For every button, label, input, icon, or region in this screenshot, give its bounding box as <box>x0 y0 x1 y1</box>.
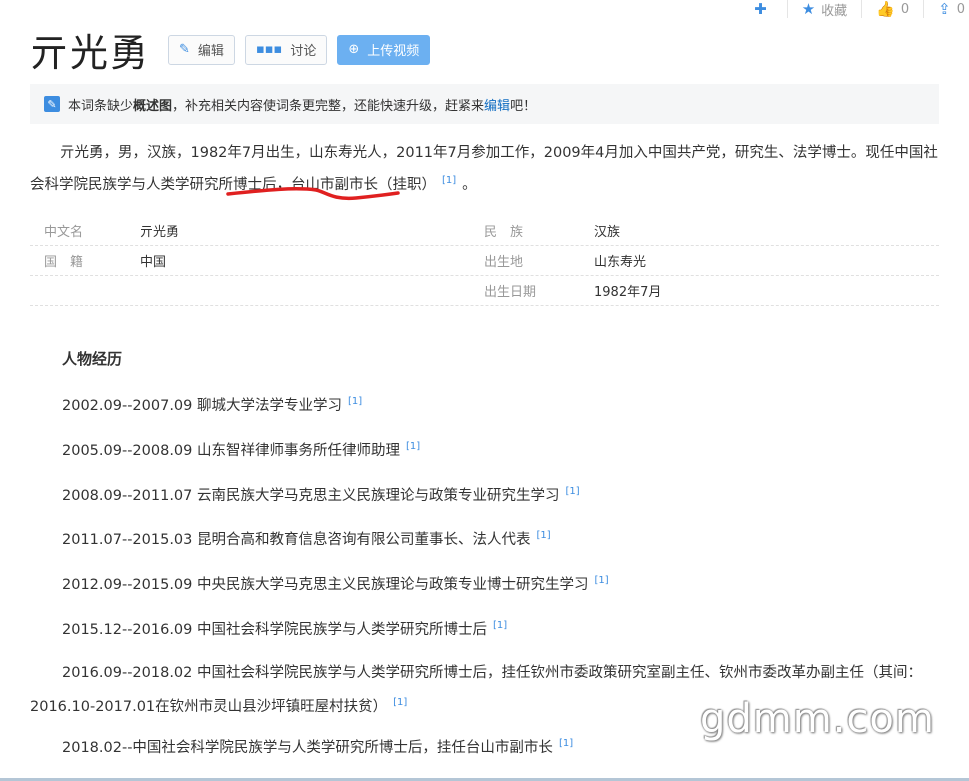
info-name: 出生日期 <box>484 285 537 300</box>
info-value: 汉族 <box>594 225 621 240</box>
experience-item: 2011.07--2015.03 昆明合高和教育信息咨询有限公司董事长、法人代表… <box>62 528 557 549</box>
like-button[interactable]: 👍 0 <box>861 0 923 18</box>
citation-link[interactable]: [1] <box>442 175 456 186</box>
edit-label: 编辑 <box>197 44 224 59</box>
notice-edit-link[interactable]: 编辑 <box>484 95 510 114</box>
upload-video-button[interactable]: ⊕ 上传视频 <box>337 34 431 65</box>
edit-button[interactable]: ✎ 编辑 <box>168 34 235 65</box>
basic-info-row: 出生日期 1982年7月 <box>30 276 939 306</box>
experience-item: 2018.02--中国社会科学院民族学与人类学研究所博士后，挂任台山市副市长 [1… <box>62 736 579 757</box>
notice-suffix: 吧！ <box>510 98 537 114</box>
summary-text: 亓光勇，男，汉族，1982年7月出生，山东寿光人，2011年7月参加工作，200… <box>30 145 938 193</box>
section-title: 人物经历 <box>62 350 123 368</box>
notice-prefix: 本词条缺少 <box>68 98 134 114</box>
pencil-icon: ✎ <box>44 96 60 112</box>
citation-link[interactable]: [1] <box>406 441 420 452</box>
title-bar: 亓光勇 ✎ 编辑 ▪▪▪ 讨论 ⊕ 上传视频 <box>30 22 440 77</box>
citation-link[interactable]: [1] <box>393 697 407 708</box>
page-title: 亓光勇 <box>30 31 151 75</box>
notice-bar: ✎ 本词条缺少 概述图 ，补充相关内容使词条更完整，还能快速升级，赶紧来 编辑 … <box>30 84 939 124</box>
info-name: 出生地 <box>484 255 524 270</box>
add-button[interactable]: ✚ <box>740 0 787 18</box>
watermark: gdmm.com <box>700 696 935 742</box>
experience-item: 2002.09--2007.09 聊城大学法学专业学习 [1] <box>62 394 368 415</box>
citation-link[interactable]: [1] <box>537 530 551 541</box>
collect-button[interactable]: ★ 收藏 <box>786 0 861 19</box>
summary-paragraph: 亓光勇，男，汉族，1982年7月出生，山东寿光人，2011年7月参加工作，200… <box>30 139 942 199</box>
info-name: 国 籍 <box>44 255 84 270</box>
citation-link[interactable]: [1] <box>493 620 507 631</box>
basic-info-table: 中文名 亓光勇 民 族 汉族 国 籍 中国 出生地 山东寿光 出生日期 1982… <box>30 216 939 306</box>
info-value: 中国 <box>140 255 167 270</box>
experience-item: 2005.09--2008.09 山东智祥律师事务所任律师助理 [1] <box>62 439 426 460</box>
like-count: 0 <box>900 1 910 17</box>
experience-item: 2012.09--2015.09 中央民族大学马克思主义民族理论与政策专业博士研… <box>62 573 615 594</box>
discuss-label: 讨论 <box>290 44 317 59</box>
notice-middle: ，补充相关内容使词条更完整，还能快速升级，赶紧来 <box>172 98 485 114</box>
experience-text: 2011.07--2015.03 昆明合高和教育信息咨询有限公司董事长、法人代表 <box>62 532 531 548</box>
citation-link[interactable]: [1] <box>566 486 580 497</box>
discuss-button[interactable]: ▪▪▪ 讨论 <box>244 34 328 65</box>
experience-text: 2015.12--2016.09 中国社会科学院民族学与人类学研究所博士后 <box>62 622 487 638</box>
citation-link[interactable]: [1] <box>559 738 573 749</box>
experience-text: 2018.02--中国社会科学院民族学与人类学研究所博士后，挂任台山市副市长 <box>62 740 553 756</box>
plus-icon: ✚ <box>754 0 767 18</box>
share-count: 0 <box>956 1 965 17</box>
pencil-icon: ✎ <box>179 42 190 57</box>
collect-label: 收藏 <box>821 3 848 19</box>
experience-text: 2005.09--2008.09 山东智祥律师事务所任律师助理 <box>62 443 400 459</box>
experience-item: 2008.09--2011.07 云南民族大学马克思主义民族理论与政策专业研究生… <box>62 484 586 505</box>
info-name: 中文名 <box>44 225 84 240</box>
upload-video-label: 上传视频 <box>367 44 420 59</box>
basic-info-row: 中文名 亓光勇 民 族 汉族 <box>30 216 939 246</box>
info-value: 1982年7月 <box>594 285 662 300</box>
citation-link[interactable]: [1] <box>595 575 609 586</box>
notice-bold: 概述图 <box>133 98 173 114</box>
top-toolbar: ✚ ★ 收藏 👍 0 ⇪ 0 <box>740 0 969 19</box>
experience-text: 2002.09--2007.09 聊城大学法学专业学习 <box>62 398 342 414</box>
experience-text: 2012.09--2015.09 中央民族大学马克思主义民族理论与政策专业博士研… <box>62 577 589 593</box>
citation-link[interactable]: [1] <box>348 396 362 407</box>
info-value: 亓光勇 <box>140 225 180 240</box>
experience-item: 2015.12--2016.09 中国社会科学院民族学与人类学研究所博士后 [1] <box>62 618 513 639</box>
experience-text: 2008.09--2011.07 云南民族大学马克思主义民族理论与政策专业研究生… <box>62 488 560 504</box>
info-name: 民 族 <box>484 225 524 240</box>
basic-info-row: 国 籍 中国 出生地 山东寿光 <box>30 246 939 276</box>
share-icon: ⇪ <box>938 0 951 18</box>
share-button[interactable]: ⇪ 0 <box>923 0 969 18</box>
star-icon: ★ <box>801 0 816 18</box>
thumbs-up-icon: 👍 <box>876 0 895 18</box>
chat-icon: ▪▪▪ <box>255 42 283 57</box>
plus-circle-icon: ⊕ <box>348 42 360 57</box>
summary-end: 。 <box>462 176 477 193</box>
info-value: 山东寿光 <box>594 255 647 270</box>
red-underline-annotation <box>226 187 400 201</box>
